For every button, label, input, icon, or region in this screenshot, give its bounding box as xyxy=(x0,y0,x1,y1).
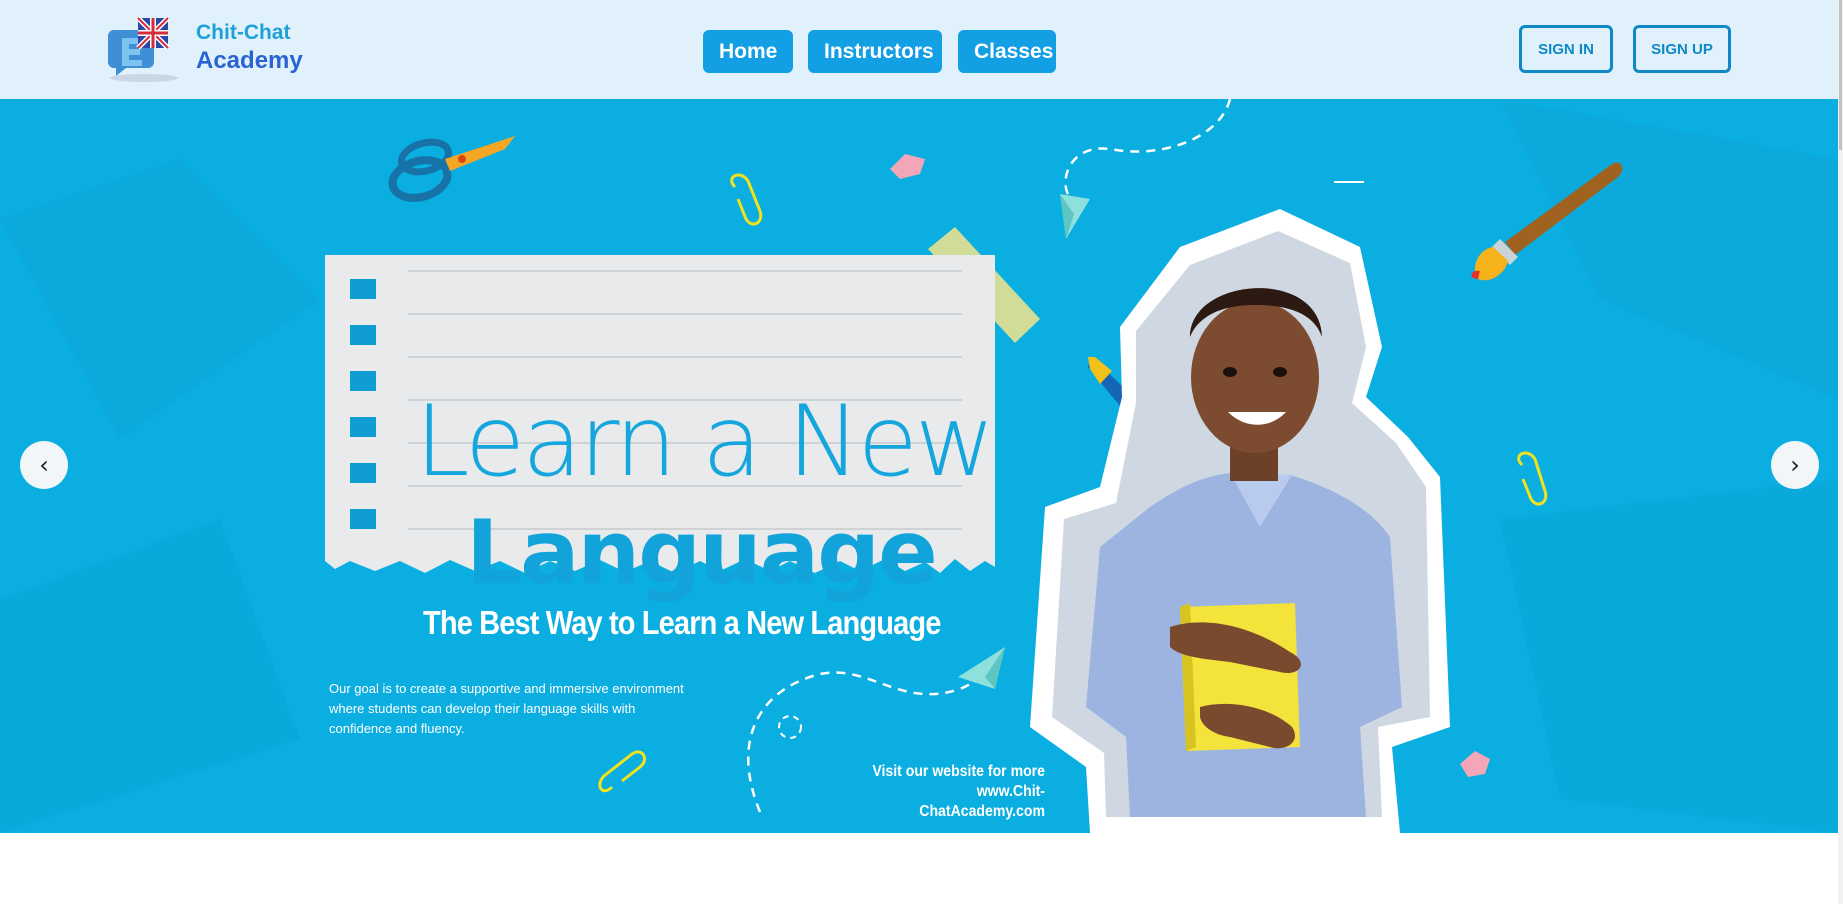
carousel-next-button[interactable]: › xyxy=(1771,441,1819,489)
hero-visit-line1: Visit our website for more xyxy=(872,763,1045,780)
sign-up-button[interactable]: SIGN UP xyxy=(1633,25,1731,73)
hero-website-note: Visit our website for more www.Chit-Chat… xyxy=(856,762,1045,822)
student-photo xyxy=(1030,209,1450,833)
scissors-icon xyxy=(388,136,515,202)
brand-name-top: Chit-Chat xyxy=(196,21,291,44)
academy-logo[interactable] xyxy=(108,16,180,84)
page-scrollbar-thumb[interactable] xyxy=(1839,0,1842,150)
navbar: Chit-Chat Academy Home Instructors Class… xyxy=(0,0,1843,99)
hero-tagline: The Best Way to Learn a New Language xyxy=(423,604,941,641)
hero-headline-line1: Learn a New xyxy=(415,385,995,499)
paper-plane-icon xyxy=(958,647,1005,689)
brand-name[interactable]: Chit-Chat Academy xyxy=(196,20,303,76)
brand-name-bottom: Academy xyxy=(196,47,303,74)
hero-headline-line2: Language xyxy=(466,501,938,604)
logo-icon xyxy=(108,16,178,82)
nav-classes-button[interactable]: Classes xyxy=(958,30,1056,73)
sign-in-button[interactable]: SIGN IN xyxy=(1519,25,1613,73)
nav-instructors-button[interactable]: Instructors xyxy=(808,30,942,73)
hero-visit-url[interactable]: www.Chit-ChatAcademy.com xyxy=(856,782,1045,822)
nav-home-button[interactable]: Home xyxy=(703,30,793,73)
hero-description: Our goal is to create a supportive and i… xyxy=(329,681,684,736)
hero-carousel: Learn a New Language The Best Way to Lea… xyxy=(0,99,1838,833)
carousel-prev-button[interactable]: ‹ xyxy=(20,441,68,489)
